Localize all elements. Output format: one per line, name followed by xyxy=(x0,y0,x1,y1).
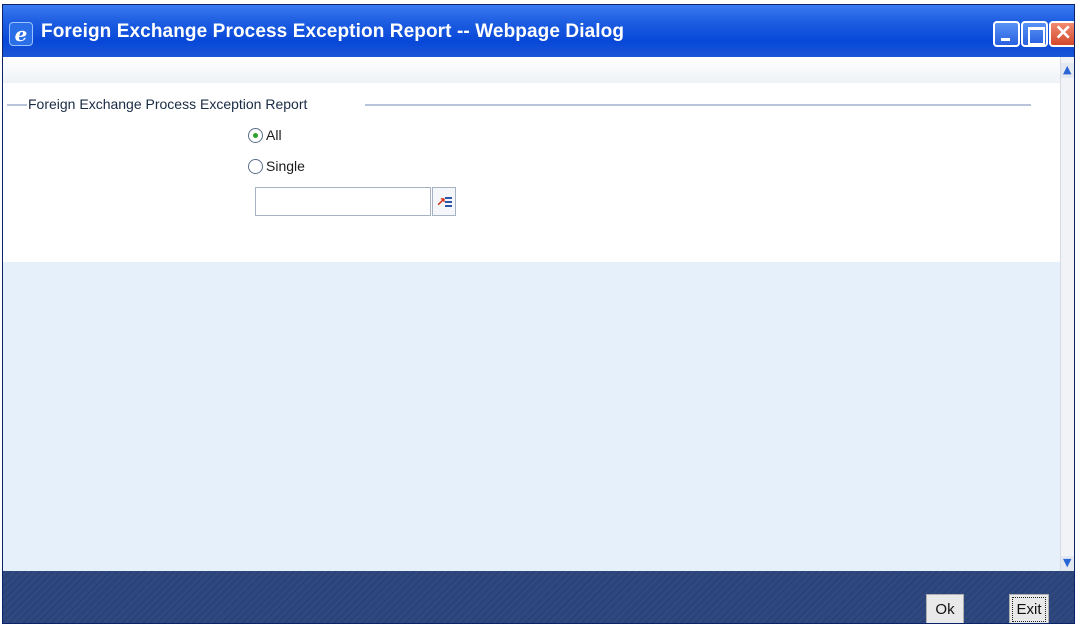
exit-button[interactable]: Exit xyxy=(1009,594,1049,623)
fieldset-border-right xyxy=(365,104,1031,106)
ie-icon: e xyxy=(9,22,33,46)
section-title: Foreign Exchange Process Exception Repor… xyxy=(28,96,308,112)
maximize-button[interactable] xyxy=(1021,21,1048,47)
close-icon: × xyxy=(1054,20,1073,45)
ok-button[interactable]: Ok xyxy=(926,594,964,623)
radio-single[interactable] xyxy=(248,158,263,174)
single-value-input[interactable] xyxy=(255,187,431,216)
toolbar-strip xyxy=(3,57,1060,83)
lov-button[interactable]: ↗ xyxy=(432,187,456,216)
arrow-up-icon: ▲ xyxy=(1063,63,1072,76)
close-button[interactable]: × xyxy=(1049,20,1074,47)
radio-all-label: All xyxy=(266,127,282,143)
footer-bar: Ok Exit xyxy=(3,571,1074,623)
radio-option-all[interactable]: All xyxy=(248,127,282,143)
radio-all[interactable] xyxy=(248,127,263,143)
title-bar[interactable]: e Foreign Exchange Process Exception Rep… xyxy=(3,5,1074,57)
radio-single-label: Single xyxy=(266,158,305,174)
list-lines-icon xyxy=(445,197,452,207)
radio-option-single[interactable]: Single xyxy=(248,158,305,174)
fieldset-border-left xyxy=(7,104,27,106)
content-pane xyxy=(3,262,1060,571)
minimize-button[interactable] xyxy=(993,21,1020,47)
window-title: Foreign Exchange Process Exception Repor… xyxy=(41,21,625,42)
dialog-window: e Foreign Exchange Process Exception Rep… xyxy=(2,4,1075,624)
scroll-up-button[interactable]: ▲ xyxy=(1061,63,1074,78)
vertical-scrollbar[interactable]: ▲ ▼ xyxy=(1060,57,1074,571)
arrow-down-icon: ▼ xyxy=(1063,556,1072,569)
dialog-content: Foreign Exchange Process Exception Repor… xyxy=(3,57,1060,571)
scroll-down-button[interactable]: ▼ xyxy=(1061,556,1074,571)
